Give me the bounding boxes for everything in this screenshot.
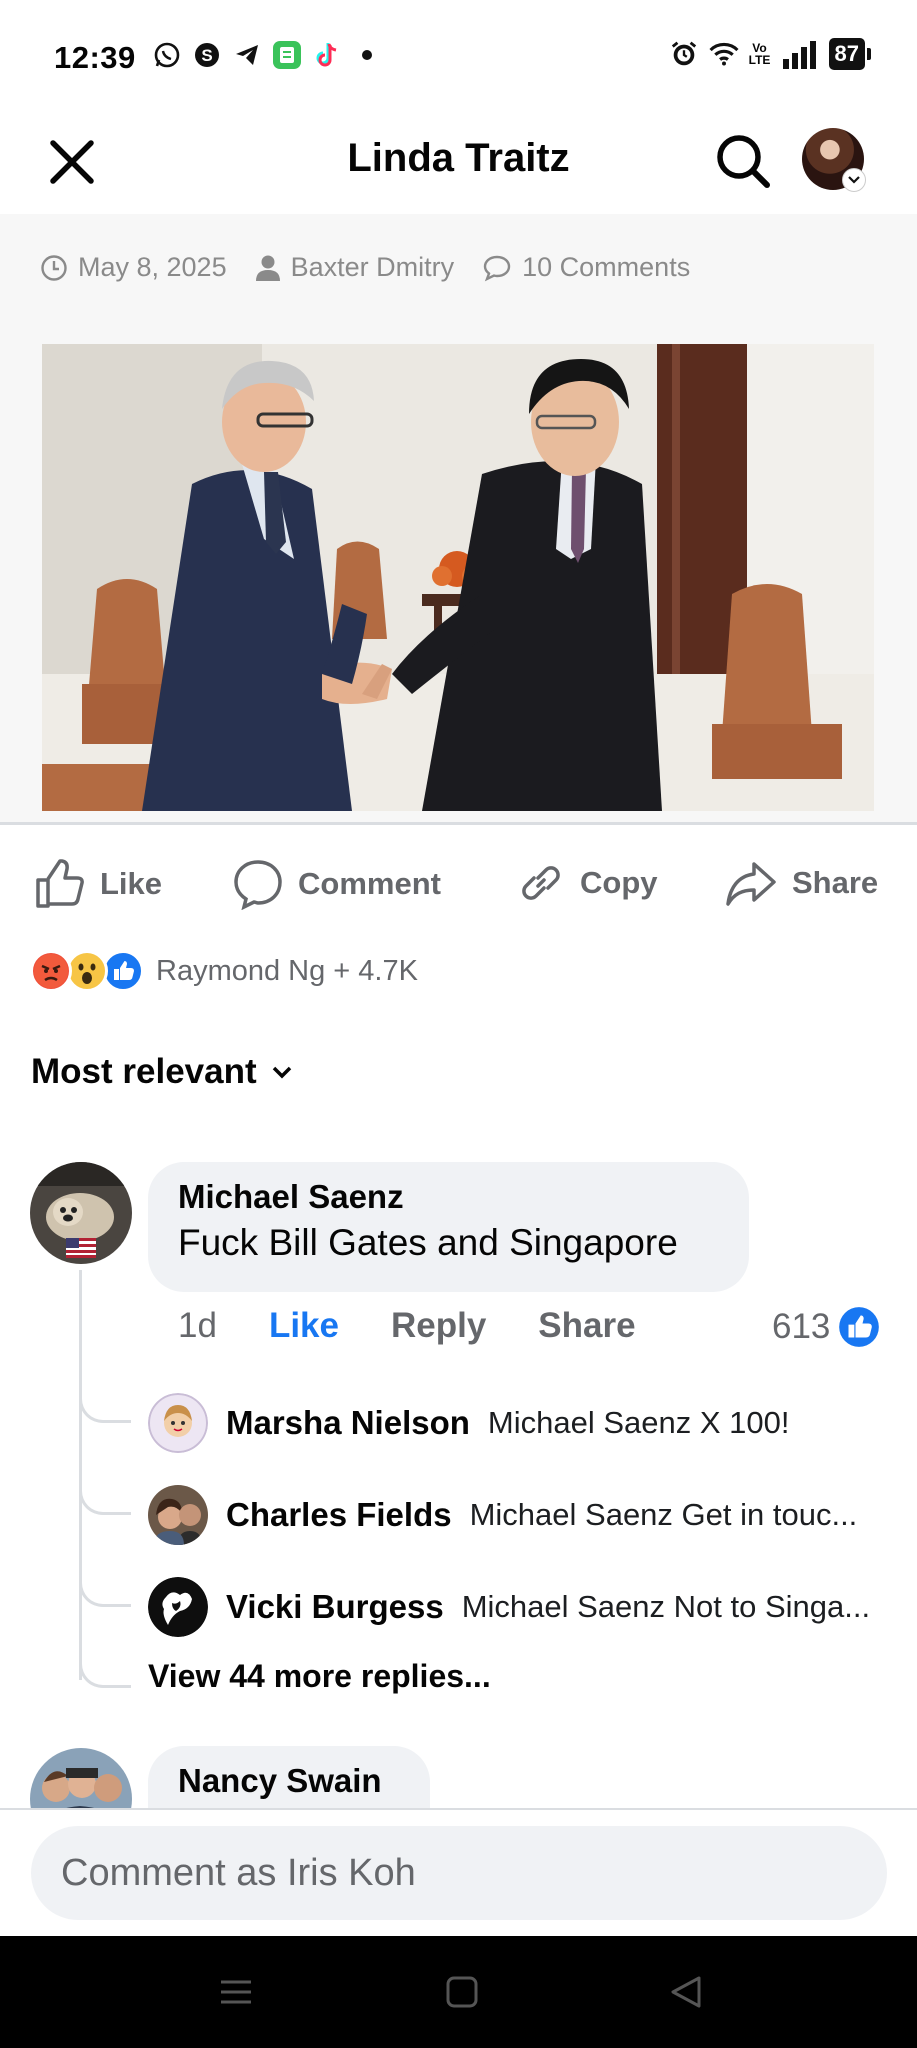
home-button[interactable]: [436, 1966, 488, 2018]
home-square-icon: [446, 1976, 478, 2008]
telegram-icon: [232, 40, 262, 70]
reactions-text: Raymond Ng + 4.7K: [156, 954, 418, 987]
skype-icon: S: [192, 40, 222, 70]
reply-text: Michael Saenz X 100!: [487, 1405, 790, 1440]
alarm-icon: [669, 39, 699, 69]
share-button[interactable]: Share: [724, 858, 878, 908]
comment-item-partial: Nancy Swain: [0, 1740, 917, 1810]
top-header: Linda Traitz: [0, 120, 917, 214]
tiktok-icon: [312, 40, 342, 70]
comment-share-button[interactable]: Share: [538, 1306, 635, 1346]
reply-author[interactable]: Vicki Burgess: [226, 1588, 444, 1626]
volte-icon: Vo LTE: [748, 41, 771, 67]
comment-reply-button[interactable]: Reply: [391, 1306, 486, 1346]
comment-author[interactable]: Michael Saenz: [178, 1178, 719, 1216]
reactions-summary[interactable]: Raymond Ng + 4.7K: [30, 950, 418, 992]
like-reaction-icon: [102, 950, 144, 992]
flag-badge: [66, 1238, 96, 1258]
person-icon: [255, 255, 280, 281]
back-triangle-icon: [671, 1976, 701, 2008]
article-meta: May 8, 2025 Baxter Dmitry 10 Comments: [40, 252, 690, 283]
status-time: 12:39: [54, 40, 136, 75]
reply-item[interactable]: Vicki Burgess Michael Saenz Not to Singa…: [148, 1577, 870, 1637]
chevron-down-icon: [272, 1066, 291, 1079]
reply-item[interactable]: Marsha Nielson Michael Saenz X 100!: [148, 1393, 790, 1453]
comment-input[interactable]: [31, 1826, 887, 1920]
sort-label: Most relevant: [31, 1052, 257, 1091]
comment-bubble[interactable]: Michael Saenz Fuck Bill Gates and Singap…: [148, 1162, 749, 1292]
article-author[interactable]: Baxter Dmitry: [255, 252, 455, 283]
thread-branch: [79, 1577, 131, 1607]
menu-button[interactable]: [210, 1966, 262, 2018]
thread-branch: [79, 1648, 131, 1688]
reply-avatar[interactable]: [148, 1577, 208, 1637]
wifi-icon: [708, 39, 739, 69]
search-button[interactable]: [710, 128, 776, 194]
system-icons: Vo LTE 87: [669, 38, 872, 70]
system-navigation-bar: [0, 1936, 917, 2048]
thread-branch: [79, 1485, 131, 1515]
whatsapp-icon: [152, 40, 182, 70]
angry-reaction-icon: [30, 950, 72, 992]
article-preview[interactable]: May 8, 2025 Baxter Dmitry 10 Comments: [0, 214, 917, 824]
reply-author[interactable]: Marsha Nielson: [226, 1404, 470, 1442]
comment-like-count[interactable]: 613: [772, 1306, 880, 1348]
signal-icon: [781, 39, 819, 69]
back-button[interactable]: [660, 1966, 712, 2018]
comments-count-text: 10 Comments: [522, 252, 691, 282]
comment-composer: [0, 1808, 917, 1936]
article-date: May 8, 2025: [40, 252, 227, 283]
app-green-icon: [272, 40, 302, 70]
article-photo[interactable]: [42, 344, 874, 811]
thumbs-up-icon: [36, 859, 84, 908]
reply-text: Michael Saenz Not to Singa...: [461, 1589, 871, 1624]
comment-like-button[interactable]: Like: [269, 1306, 339, 1346]
search-icon: [717, 135, 770, 188]
author-text: Baxter Dmitry: [290, 252, 455, 282]
thread-branch: [79, 1393, 131, 1423]
reply-item[interactable]: Charles Fields Michael Saenz Get in touc…: [148, 1485, 857, 1545]
comment-sort-dropdown[interactable]: Most relevant: [31, 1052, 293, 1092]
comment-icon: [234, 860, 282, 910]
copy-label: Copy: [580, 865, 658, 900]
date-text: May 8, 2025: [78, 252, 227, 282]
reply-text: Michael Saenz Get in touc...: [469, 1497, 858, 1532]
thread-line: [79, 1270, 82, 1680]
like-button[interactable]: Like: [34, 858, 162, 910]
comment-avatar[interactable]: [30, 1748, 132, 1810]
like-label: Like: [100, 866, 163, 901]
svg-text:S: S: [201, 46, 212, 65]
profile-menu-button[interactable]: [802, 128, 868, 194]
chevron-down-icon: [842, 168, 866, 192]
comment-button[interactable]: Comment: [232, 858, 441, 910]
battery-icon: 87: [828, 38, 872, 70]
comment-text: Fuck Bill Gates and Singapore: [178, 1222, 678, 1263]
post-actions: Like Comment Copy Share: [0, 830, 917, 934]
reply-avatar[interactable]: [148, 1485, 208, 1545]
comment-time: 1d: [178, 1306, 217, 1345]
share-arrow-icon: [726, 862, 776, 906]
menu-icon: [221, 1980, 251, 2004]
reply-author[interactable]: Charles Fields: [226, 1496, 452, 1534]
link-icon: [522, 866, 560, 900]
clock-icon: [41, 254, 67, 281]
comment-author[interactable]: Nancy Swain: [178, 1762, 400, 1800]
share-label: Share: [792, 865, 879, 900]
comment-meta: 1d Like Reply Share: [178, 1306, 636, 1346]
speech-bubble-icon: [483, 255, 511, 281]
wow-reaction-icon: [66, 950, 108, 992]
reply-avatar[interactable]: [148, 1393, 208, 1453]
notification-icons: S: [152, 40, 382, 70]
section-divider: [0, 822, 917, 825]
comment-bubble[interactable]: Nancy Swain: [148, 1746, 430, 1810]
status-bar: 12:39 S Vo LTE 87: [0, 0, 917, 120]
page-title: Linda Traitz: [347, 136, 570, 180]
like-count-text: 613: [772, 1307, 831, 1346]
like-reaction-icon: [839, 1307, 880, 1347]
comment-label: Comment: [298, 866, 441, 901]
view-more-replies-link[interactable]: View 44 more replies...: [148, 1658, 491, 1695]
copy-link-button[interactable]: Copy: [516, 858, 658, 908]
article-comments-count[interactable]: 10 Comments: [482, 252, 690, 283]
more-notifications-dot-icon: [352, 40, 382, 70]
